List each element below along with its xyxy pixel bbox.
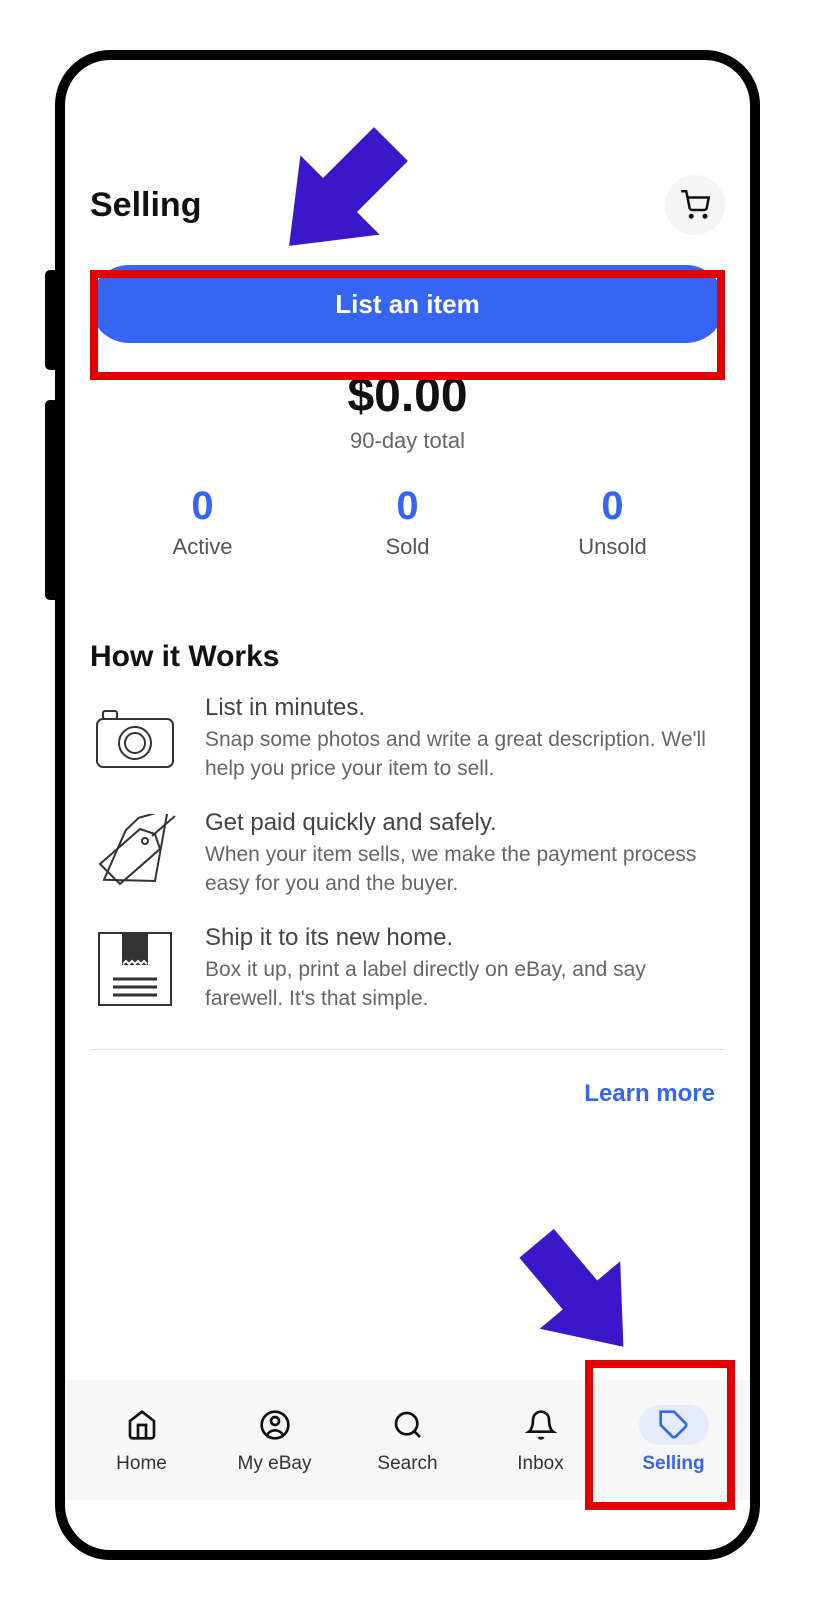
phone-volume-button [45, 400, 55, 600]
bottom-nav: Home My eBay [65, 1380, 750, 1500]
nav-inbox[interactable]: Inbox [474, 1405, 607, 1475]
camera-icon [90, 694, 180, 784]
nav-home[interactable]: Home [75, 1405, 208, 1475]
nav-label: Home [116, 1453, 167, 1475]
divider [90, 1049, 725, 1050]
how-item-heading: List in minutes. [205, 694, 725, 722]
page-title: Selling [90, 186, 201, 225]
how-it-works-title: How it Works [90, 640, 725, 674]
how-item-heading: Ship it to its new home. [205, 924, 725, 952]
how-item: Get paid quickly and safely. When your i… [90, 809, 725, 899]
learn-more-link[interactable]: Learn more [90, 1080, 725, 1108]
screen: Selling List an item $0.00 90-day total … [65, 60, 750, 1550]
how-item-heading: Get paid quickly and safely. [205, 809, 725, 837]
tag-icon [90, 809, 180, 899]
nav-label: My eBay [238, 1453, 312, 1475]
phone-frame: Selling List an item $0.00 90-day total … [55, 50, 760, 1560]
stats-row: 0 Active 0 Sold 0 Unsold [90, 484, 725, 560]
user-circle-icon [259, 1409, 291, 1441]
annotation-arrow-icon [505, 1220, 655, 1370]
tag-icon [658, 1409, 690, 1441]
home-icon [126, 1409, 158, 1441]
stat-label: Active [100, 534, 305, 560]
how-item-body: Box it up, print a label directly on eBa… [205, 955, 725, 1014]
nav-label: Selling [642, 1453, 704, 1475]
stat-active[interactable]: 0 Active [100, 484, 305, 560]
stat-count: 0 [510, 484, 715, 529]
stat-count: 0 [100, 484, 305, 529]
cart-icon [680, 190, 710, 220]
summary-period: 90-day total [90, 428, 725, 454]
nav-label: Search [377, 1453, 437, 1475]
nav-my-ebay[interactable]: My eBay [208, 1405, 341, 1475]
phone-side-button [45, 270, 55, 370]
box-icon [90, 924, 180, 1014]
nav-selling[interactable]: Selling [607, 1405, 740, 1475]
stat-count: 0 [305, 484, 510, 529]
how-item-text: Get paid quickly and safely. When your i… [205, 809, 725, 899]
header: Selling [90, 85, 725, 265]
how-item: List in minutes. Snap some photos and wr… [90, 694, 725, 784]
search-icon [392, 1409, 424, 1441]
stat-sold[interactable]: 0 Sold [305, 484, 510, 560]
nav-label: Inbox [517, 1453, 563, 1475]
stat-label: Sold [305, 534, 510, 560]
how-item-text: Ship it to its new home. Box it up, prin… [205, 924, 725, 1014]
bell-icon [525, 1409, 557, 1441]
summary-block: $0.00 90-day total [90, 368, 725, 454]
cart-button[interactable] [665, 175, 725, 235]
how-item-body: Snap some photos and write a great descr… [205, 725, 725, 784]
stat-label: Unsold [510, 534, 715, 560]
how-item: Ship it to its new home. Box it up, prin… [90, 924, 725, 1014]
list-item-button-label: List an item [335, 289, 479, 320]
list-item-button[interactable]: List an item [90, 265, 725, 343]
nav-search[interactable]: Search [341, 1405, 474, 1475]
stat-unsold[interactable]: 0 Unsold [510, 484, 715, 560]
how-item-text: List in minutes. Snap some photos and wr… [205, 694, 725, 784]
how-item-body: When your item sells, we make the paymen… [205, 840, 725, 899]
summary-amount: $0.00 [90, 368, 725, 423]
